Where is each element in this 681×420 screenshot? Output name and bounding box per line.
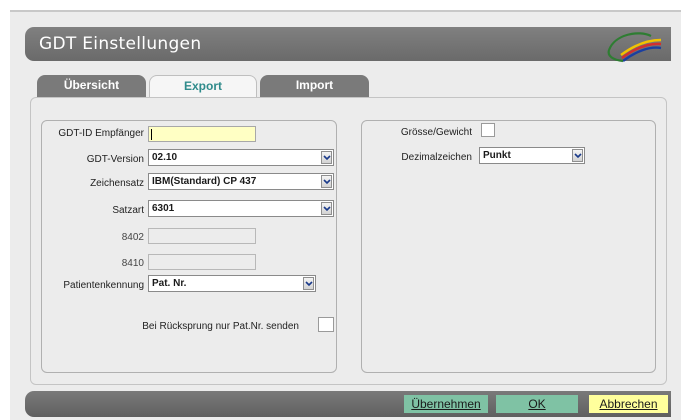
rueckspr-label: Bei Rücksprung nur Pat.Nr. senden — [142, 321, 299, 332]
uebernehmen-button[interactable]: Übernehmen — [404, 395, 488, 413]
swoosh-logo — [607, 32, 662, 63]
tab-export[interactable]: Export — [149, 75, 257, 98]
tab-uebersicht[interactable]: Übersicht — [37, 75, 146, 97]
ok-button[interactable]: OK — [496, 395, 578, 413]
dezimalzeichen-label: Dezimalzeichen — [401, 152, 472, 163]
rueckspr-checkbox[interactable] — [318, 317, 334, 332]
patientenkennung-value: Pat. Nr. — [152, 278, 187, 289]
chevron-down-icon[interactable] — [321, 202, 332, 215]
gdt-id-empfaenger-input[interactable] — [148, 126, 256, 142]
field-8402-label: 8402 — [121, 232, 144, 243]
gdt-version-value: 02.10 — [152, 152, 178, 163]
zeichensatz-value: IBM(Standard) CP 437 — [152, 176, 257, 187]
abbrechen-button[interactable]: Abbrechen — [589, 395, 668, 413]
zeichensatz-label: Zeichensatz — [90, 178, 144, 189]
satzart-value: 6301 — [152, 203, 175, 214]
patientenkennung-label: Patientenkennung — [63, 280, 144, 291]
gdt-version-label: GDT-Version — [86, 154, 144, 165]
satzart-label: Satzart — [112, 205, 144, 216]
dezimalzeichen-value: Punkt — [483, 150, 511, 161]
title-bar: GDT Einstellungen — [25, 27, 671, 63]
groesse-gewicht-label: Grösse/Gewicht — [400, 127, 472, 138]
chevron-down-icon[interactable] — [303, 277, 314, 290]
gdt-id-empfaenger-label: GDT-ID Empfänger — [58, 128, 144, 139]
dezimalzeichen-select[interactable]: Punkt — [479, 147, 585, 164]
tab-import[interactable]: Import — [260, 75, 369, 97]
chevron-down-icon[interactable] — [572, 149, 583, 162]
chevron-down-icon[interactable] — [321, 175, 332, 188]
chevron-down-icon[interactable] — [321, 151, 332, 164]
field-8410-input[interactable] — [148, 254, 256, 270]
patientenkennung-select[interactable]: Pat. Nr. — [148, 275, 316, 292]
groesse-gewicht-checkbox[interactable] — [481, 123, 495, 137]
window-title: GDT Einstellungen — [39, 34, 202, 54]
text-cursor — [151, 129, 152, 140]
field-8410-label: 8410 — [121, 258, 144, 269]
gdt-version-select[interactable]: 02.10 — [148, 149, 334, 166]
field-8402-input[interactable] — [148, 228, 256, 244]
satzart-select[interactable]: 6301 — [148, 200, 334, 217]
zeichensatz-select[interactable]: IBM(Standard) CP 437 — [148, 173, 334, 190]
